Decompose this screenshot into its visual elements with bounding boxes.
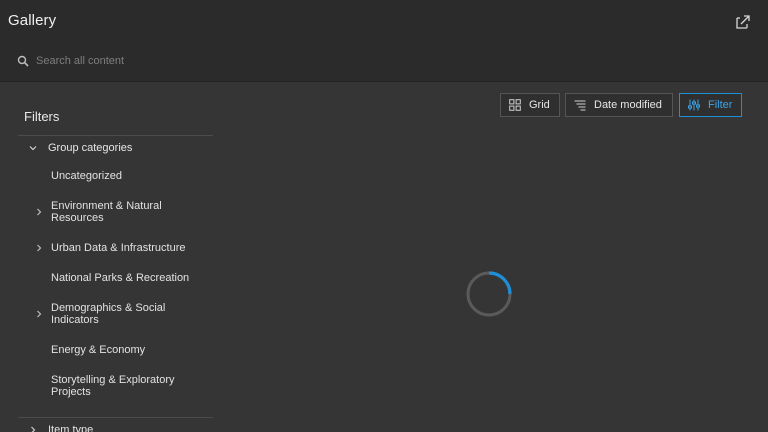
- category-label: Energy & Economy: [51, 344, 146, 356]
- category-label: Environment & Natural Resources: [51, 200, 162, 224]
- sort-button[interactable]: Date modified: [565, 93, 673, 117]
- filters-divider-bottom: [18, 417, 213, 418]
- loading-spinner: [466, 271, 512, 317]
- chevron-down-icon: [26, 141, 40, 155]
- category-label: Uncategorized: [51, 170, 122, 182]
- sort-label: Date modified: [594, 99, 662, 111]
- category-item-demographics[interactable]: Demographics & Social Indicators: [32, 302, 210, 326]
- share-export-icon: [736, 15, 750, 29]
- filters-divider-top: [18, 135, 213, 136]
- grid-icon: [509, 99, 521, 111]
- filter-sliders-icon: [688, 99, 700, 111]
- grid-label: Grid: [529, 99, 550, 111]
- category-label: National Parks & Recreation: [51, 272, 190, 284]
- category-item-environment[interactable]: Environment & Natural Resources: [32, 200, 210, 224]
- item-type-toggle[interactable]: Item type: [18, 420, 213, 432]
- group-categories-toggle[interactable]: Group categories: [18, 138, 213, 158]
- chevron-right-icon[interactable]: [34, 309, 44, 319]
- grid-view-button[interactable]: Grid: [500, 93, 560, 117]
- item-type-label: Item type: [48, 424, 94, 432]
- category-item-storytelling[interactable]: Storytelling & Exploratory Projects: [32, 374, 210, 398]
- search-input[interactable]: [30, 50, 730, 72]
- category-label: Demographics & Social Indicators: [51, 302, 166, 326]
- chevron-right-icon: [26, 423, 40, 432]
- chevron-right-icon[interactable]: [34, 243, 44, 253]
- filters-title: Filters: [24, 109, 60, 124]
- category-item-energy[interactable]: Energy & Economy: [32, 344, 210, 356]
- filter-label: Filter: [708, 99, 733, 111]
- category-label: Storytelling & Exploratory Projects: [51, 374, 175, 398]
- header: Gallery: [0, 0, 768, 82]
- search-icon: [17, 55, 29, 67]
- category-label: Urban Data & Infrastructure: [51, 242, 186, 254]
- category-item-national-parks[interactable]: National Parks & Recreation: [32, 272, 210, 284]
- app-root: Gallery Filters Group catego: [0, 0, 768, 432]
- chevron-right-icon[interactable]: [34, 207, 44, 217]
- group-categories-label: Group categories: [48, 142, 133, 154]
- share-button[interactable]: [733, 12, 753, 32]
- sort-icon: [574, 100, 586, 111]
- category-item-uncategorized[interactable]: Uncategorized: [32, 170, 210, 182]
- search-bar: [0, 46, 768, 76]
- category-item-urban-data[interactable]: Urban Data & Infrastructure: [32, 242, 210, 254]
- page-title: Gallery: [8, 12, 57, 29]
- filter-button[interactable]: Filter: [679, 93, 742, 117]
